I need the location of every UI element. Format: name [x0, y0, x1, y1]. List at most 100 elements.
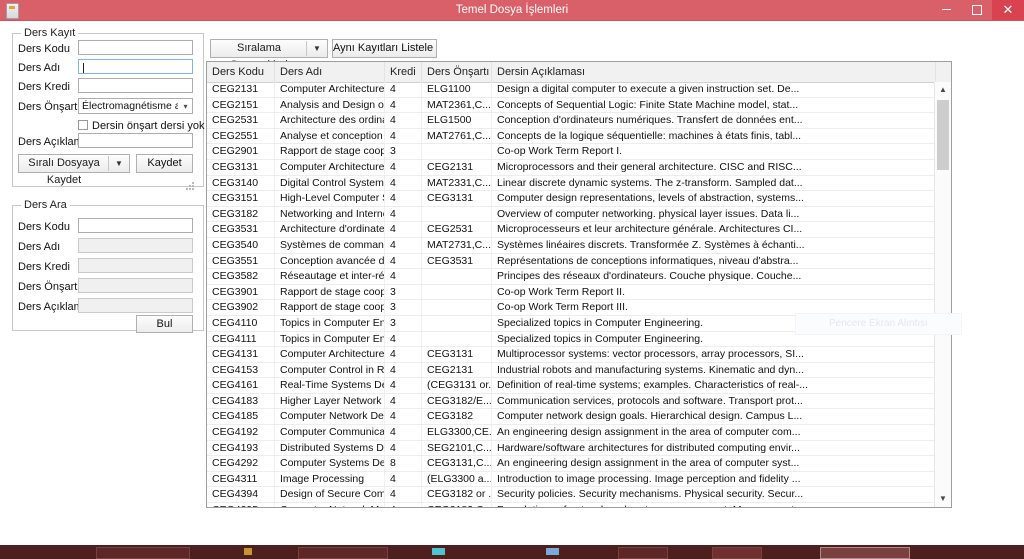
table-cell[interactable]: Rapport de stage coop I — [275, 144, 385, 159]
table-cell[interactable]: CEG4111 — [207, 331, 275, 347]
table-cell[interactable]: Analysis and Design of Digi... — [275, 97, 385, 113]
table-cell[interactable]: Principes des réseaux d'ordinateurs. Cou… — [492, 269, 934, 284]
table-cell[interactable]: CEG4311 — [207, 471, 275, 487]
table-cell[interactable]: Definition of real-time systems; example… — [492, 378, 934, 393]
table-cell[interactable]: CEG2551 — [207, 128, 275, 144]
table-cell[interactable]: CEG2901 — [207, 144, 275, 159]
table-cell[interactable]: 4 — [385, 175, 422, 191]
table-cell[interactable]: CEG2151 — [207, 97, 275, 113]
table-cell[interactable]: Computer Control in Robotics — [275, 362, 385, 378]
table-cell[interactable] — [422, 331, 492, 347]
table-row[interactable]: CEG3131 Computer Architecture II 4 CEG2131 M… — [207, 159, 934, 176]
input-ders-adi-ara[interactable] — [78, 238, 193, 253]
table-cell[interactable]: Computer design representations, levels … — [492, 191, 934, 206]
table-cell[interactable]: Analyse et conception de s... — [275, 128, 385, 144]
table-cell[interactable]: MAT2731,C... — [422, 237, 492, 253]
table-cell[interactable]: (ELG3300 a... — [422, 471, 492, 487]
table-cell[interactable]: CEG2531 — [207, 113, 275, 128]
table-cell[interactable]: Topics in Computer Engine... — [275, 331, 385, 347]
table-row[interactable]: CEG4193Distributed Systems Design4SEG210… — [207, 440, 934, 457]
table-cell[interactable]: CEG3182 — [207, 206, 275, 222]
table-cell[interactable]: CEG4161 — [207, 378, 275, 393]
table-cell[interactable]: CEG3131,C... — [422, 456, 492, 471]
table-cell[interactable]: Linear discrete dynamic systems. The z-t… — [492, 176, 934, 191]
table-cell[interactable]: CEG3540 — [207, 237, 275, 253]
sort-options-split-button[interactable]: Sıralama Seçenekleri ▼ — [210, 39, 328, 71]
table-cell[interactable]: CEG3131 — [207, 159, 275, 175]
table-row[interactable]: CEG2151Analysis and Design of Digi...4MA… — [207, 97, 934, 114]
table-cell[interactable]: 4 — [385, 440, 422, 456]
table-cell[interactable]: ELG1500 — [422, 113, 492, 128]
table-cell[interactable]: CEG4185 — [207, 409, 275, 425]
table-cell[interactable]: 4 — [385, 393, 422, 409]
table-cell[interactable]: CEG4395 — [207, 503, 275, 507]
table-cell[interactable]: CEG4153 — [207, 362, 275, 378]
table-cell[interactable] — [422, 284, 492, 300]
table-cell[interactable]: Concepts of Sequential Logic: Finite Sta… — [492, 98, 934, 113]
table-cell[interactable]: CEG2131 — [422, 362, 492, 378]
table-cell[interactable]: 4 — [385, 409, 422, 425]
table-cell[interactable]: CEG3531 — [207, 222, 275, 237]
table-row[interactable]: CEG4395Computer Network Manag...4CEG3182… — [207, 503, 934, 507]
table-row[interactable]: CEG4185Computer Network Design4CEG3182Co… — [207, 409, 934, 426]
taskbar-window-3[interactable] — [618, 547, 668, 559]
table-cell[interactable]: CEG3901 — [207, 284, 275, 300]
table-cell[interactable]: Rapport de stage coop II — [275, 284, 385, 300]
table-cell[interactable]: Security policies. Security mechanisms. … — [492, 487, 934, 502]
table-cell[interactable]: Concepts de la logique séquentielle: mac… — [492, 129, 934, 144]
input-ders-kodu-kayit[interactable] — [78, 40, 193, 55]
table-cell[interactable]: 3 — [385, 300, 422, 315]
table-cell[interactable] — [422, 144, 492, 159]
table-cell[interactable] — [422, 300, 492, 315]
table-cell[interactable]: 4 — [385, 425, 422, 440]
table-row[interactable]: CEG3551Conception avancée des s...4CEG35… — [207, 253, 934, 270]
input-ders-kredi-kayit[interactable] — [78, 78, 193, 93]
table-cell[interactable] — [422, 269, 492, 284]
table-cell[interactable]: Foundations of network and system manage… — [492, 503, 934, 507]
table-cell[interactable]: Conception avancée des s... — [275, 253, 385, 269]
table-cell[interactable]: CEG4192 — [207, 425, 275, 440]
table-cell[interactable]: Higher Layer Network Prot... — [275, 393, 385, 409]
table-cell[interactable] — [422, 206, 492, 222]
table-row[interactable]: CEG4153Computer Control in Robotics4CEG2… — [207, 362, 934, 379]
table-cell[interactable]: 3 — [385, 284, 422, 300]
table-row[interactable]: CEG2901 Rapport de stage coop I 3 Co-op Wor… — [207, 144, 934, 160]
table-cell[interactable]: CEG3182,C... — [422, 503, 492, 507]
table-cell[interactable]: 4 — [385, 222, 422, 237]
table-cell[interactable]: ELG1100 — [422, 82, 492, 97]
table-cell[interactable]: 4 — [385, 471, 422, 487]
table-row[interactable]: CEG3901 Rapport de stage coop II 3 Co-op Wo… — [207, 284, 934, 301]
table-cell[interactable]: Computer Architecture I — [275, 82, 385, 97]
table-cell[interactable]: 3 — [385, 144, 422, 159]
table-cell[interactable]: CEG3131 — [422, 347, 492, 362]
table-cell[interactable]: Overview of computer networking. physica… — [492, 207, 934, 222]
scroll-up-icon[interactable]: ▲ — [935, 82, 951, 98]
table-cell[interactable]: Image Processing — [275, 471, 385, 487]
table-cell[interactable]: 4 — [385, 97, 422, 113]
save-to-sequential-file-split-button[interactable]: Sıralı Dosyaya Kaydet ▼ — [18, 154, 130, 186]
table-cell[interactable]: Systèmes de commandes n... — [275, 237, 385, 253]
minimize-button[interactable] — [931, 0, 961, 20]
table-cell[interactable]: Networking and Internetwo... — [275, 206, 385, 222]
table-row[interactable]: CEG4161Real-Time Systems Design4(CEG3131… — [207, 378, 934, 394]
table-cell[interactable]: 4 — [385, 331, 422, 347]
input-ders-kodu-ara[interactable] — [78, 218, 193, 233]
maximize-button[interactable] — [962, 0, 992, 20]
table-cell[interactable]: 4 — [385, 113, 422, 128]
table-cell[interactable]: 4 — [385, 487, 422, 503]
table-cell[interactable]: CEG2131 — [422, 159, 492, 175]
taskbar-icon-3[interactable] — [546, 548, 559, 555]
table-cell[interactable]: Communication services, protocols and so… — [492, 394, 934, 409]
table-cell[interactable]: 4 — [385, 347, 422, 362]
taskbar-window-4[interactable] — [712, 547, 762, 559]
table-cell[interactable]: SEG2101,C... — [422, 440, 492, 456]
scroll-down-icon[interactable]: ▼ — [935, 491, 951, 507]
table-cell[interactable]: Computer Systems Design ... — [275, 456, 385, 471]
table-row[interactable]: CEG4311 Image Processing 4 (ELG3300 a... Int… — [207, 471, 934, 488]
save-button[interactable]: Kaydet — [136, 154, 193, 173]
chevron-down-icon[interactable]: ▼ — [307, 40, 327, 57]
table-cell[interactable]: Co-op Work Term Report II. — [492, 285, 934, 300]
table-cell[interactable]: Conception d'ordinateurs numériques. Tra… — [492, 113, 934, 128]
table-cell[interactable]: Computer Architecture II — [275, 159, 385, 175]
table-row[interactable]: CEG3582Réseautage et inter-réseau...4 Pri… — [207, 269, 934, 285]
